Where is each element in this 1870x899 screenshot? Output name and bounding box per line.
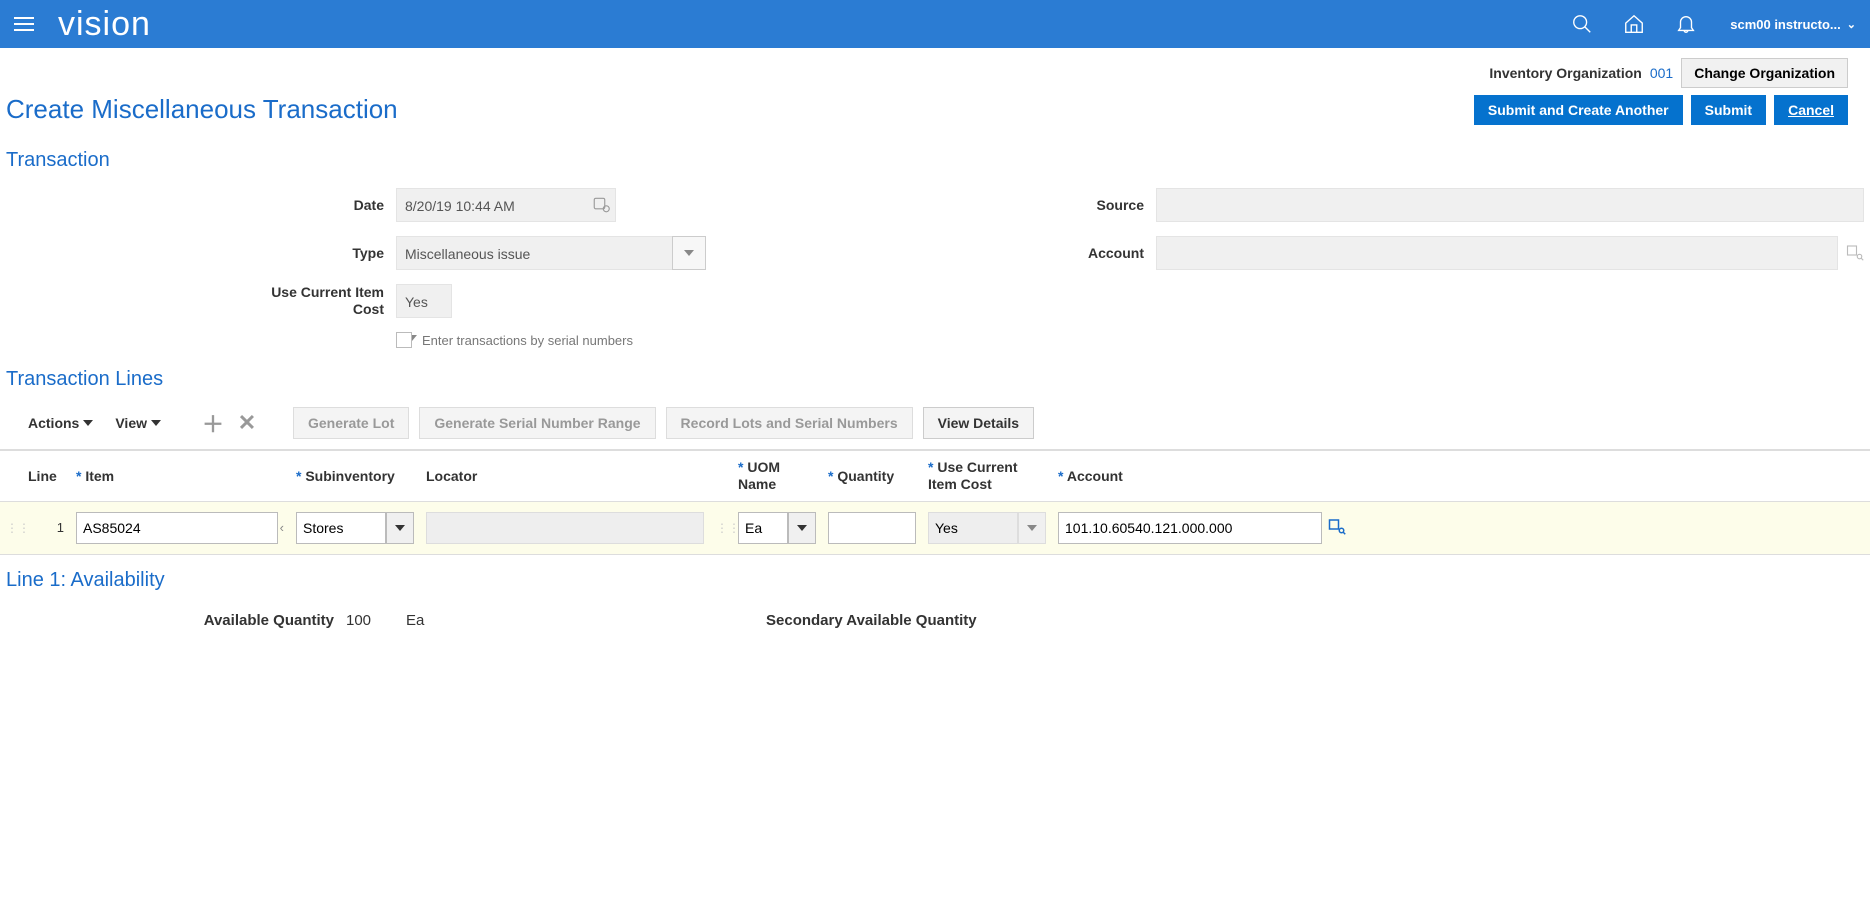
transaction-header: Transaction [0, 135, 1870, 182]
col-account: Account [1052, 460, 1352, 492]
bell-icon[interactable] [1674, 12, 1698, 36]
uom-input[interactable] [738, 512, 788, 544]
date-input[interactable]: 8/20/19 10:44 AM [396, 188, 616, 222]
type-label: Type [6, 245, 396, 261]
col-item: Item [70, 460, 290, 492]
account-lookup-icon[interactable] [1328, 517, 1346, 538]
availability-header: Line 1: Availability [0, 555, 1870, 602]
change-organization-button[interactable]: Change Organization [1681, 58, 1848, 88]
col-qty: Quantity [822, 460, 922, 492]
drag-handle-icon[interactable]: ⋮⋮ [710, 517, 732, 539]
item-input[interactable] [76, 512, 278, 544]
line-number: 1 [22, 516, 70, 539]
col-subinv: Subinventory [290, 460, 420, 492]
view-menu[interactable]: View [109, 415, 167, 431]
available-quantity-label: Available Quantity [6, 612, 346, 629]
app-logo: vision [58, 5, 151, 44]
org-label: Inventory Organization [1489, 65, 1641, 81]
serial-checkbox-row: Enter transactions by serial numbers [396, 332, 926, 348]
generate-serial-button[interactable]: Generate Serial Number Range [419, 407, 655, 439]
search-icon[interactable] [1570, 12, 1594, 36]
chevron-down-icon [797, 525, 807, 531]
grid-header: Line Item Subinventory Locator UOMName Q… [0, 451, 1870, 502]
chevron-down-icon [395, 525, 405, 531]
lines-toolbar: Actions View ＋ ✕ Generate Lot Generate S… [0, 401, 1870, 450]
chevron-down-icon [1027, 525, 1037, 531]
account-lookup-icon[interactable] [1846, 243, 1864, 264]
title-row: Create Miscellaneous Transaction Submit … [0, 88, 1870, 135]
serial-checkbox[interactable] [396, 332, 412, 348]
available-quantity-value: 100 [346, 612, 406, 629]
col-cost: Use CurrentItem Cost [922, 451, 1052, 501]
type-dropdown-button[interactable] [672, 236, 706, 270]
col-uom: UOMName [732, 451, 822, 501]
col-locator: Locator [420, 460, 710, 492]
add-row-button[interactable]: ＋ [201, 411, 225, 435]
available-quantity-uom: Ea [406, 612, 466, 629]
generate-lot-button[interactable]: Generate Lot [293, 407, 409, 439]
actions-menu[interactable]: Actions [22, 415, 99, 431]
transaction-form: Date 8/20/19 10:44 AM Source Type Miscel… [0, 182, 1870, 354]
item-lookup-icon[interactable]: ‹ [280, 520, 284, 535]
type-input[interactable]: Miscellaneous issue [396, 236, 672, 270]
table-row: ⋮⋮ 1 ‹ ⋮⋮ [0, 502, 1870, 555]
subinventory-input[interactable] [296, 512, 386, 544]
use-cost-input[interactable] [928, 512, 1018, 544]
source-label: Source [926, 197, 1156, 213]
page-title: Create Miscellaneous Transaction [6, 94, 398, 125]
quantity-input[interactable] [828, 512, 916, 544]
serial-checkbox-label: Enter transactions by serial numbers [422, 333, 633, 348]
home-icon[interactable] [1622, 12, 1646, 36]
account-input[interactable] [1156, 236, 1838, 270]
cancel-button[interactable]: Cancel [1774, 95, 1848, 125]
subinventory-dropdown[interactable] [386, 512, 414, 544]
cost-select[interactable]: Yes [396, 284, 452, 318]
availability-row: Available Quantity 100 Ea Secondary Avai… [0, 602, 1870, 669]
record-lots-button[interactable]: Record Lots and Serial Numbers [666, 407, 913, 439]
uom-dropdown[interactable] [788, 512, 816, 544]
use-cost-dropdown[interactable] [1018, 512, 1046, 544]
user-menu[interactable]: scm00 instructo... ⌄ [1730, 17, 1856, 32]
view-details-button[interactable]: View Details [923, 407, 1034, 439]
submit-create-another-button[interactable]: Submit and Create Another [1474, 95, 1683, 125]
cost-label: Use Current ItemCost [6, 284, 396, 318]
lines-grid: Line Item Subinventory Locator UOMName Q… [0, 450, 1870, 555]
col-line: Line [22, 460, 70, 492]
calendar-icon[interactable] [592, 195, 610, 216]
source-input[interactable] [1156, 188, 1864, 222]
date-label: Date [6, 197, 396, 213]
org-value: 001 [1650, 65, 1673, 81]
secondary-available-label: Secondary Available Quantity [766, 612, 1864, 629]
row-handle-icon[interactable]: ⋮⋮ [0, 517, 22, 539]
chevron-down-icon [151, 420, 161, 426]
hamburger-icon[interactable] [14, 12, 38, 36]
lines-header: Transaction Lines [0, 354, 1870, 401]
submit-button[interactable]: Submit [1691, 95, 1766, 125]
chevron-down-icon: ⌄ [1847, 18, 1856, 31]
account-label: Account [926, 245, 1156, 261]
locator-input[interactable] [426, 512, 704, 544]
user-name: scm00 instructo... [1730, 17, 1841, 32]
chevron-down-icon [684, 250, 694, 256]
account-line-input[interactable] [1058, 512, 1322, 544]
chevron-down-icon [83, 420, 93, 426]
org-row: Inventory Organization 001 Change Organi… [0, 48, 1870, 88]
topbar: vision scm00 instructo... ⌄ [0, 0, 1870, 48]
delete-row-button[interactable]: ✕ [235, 411, 259, 435]
